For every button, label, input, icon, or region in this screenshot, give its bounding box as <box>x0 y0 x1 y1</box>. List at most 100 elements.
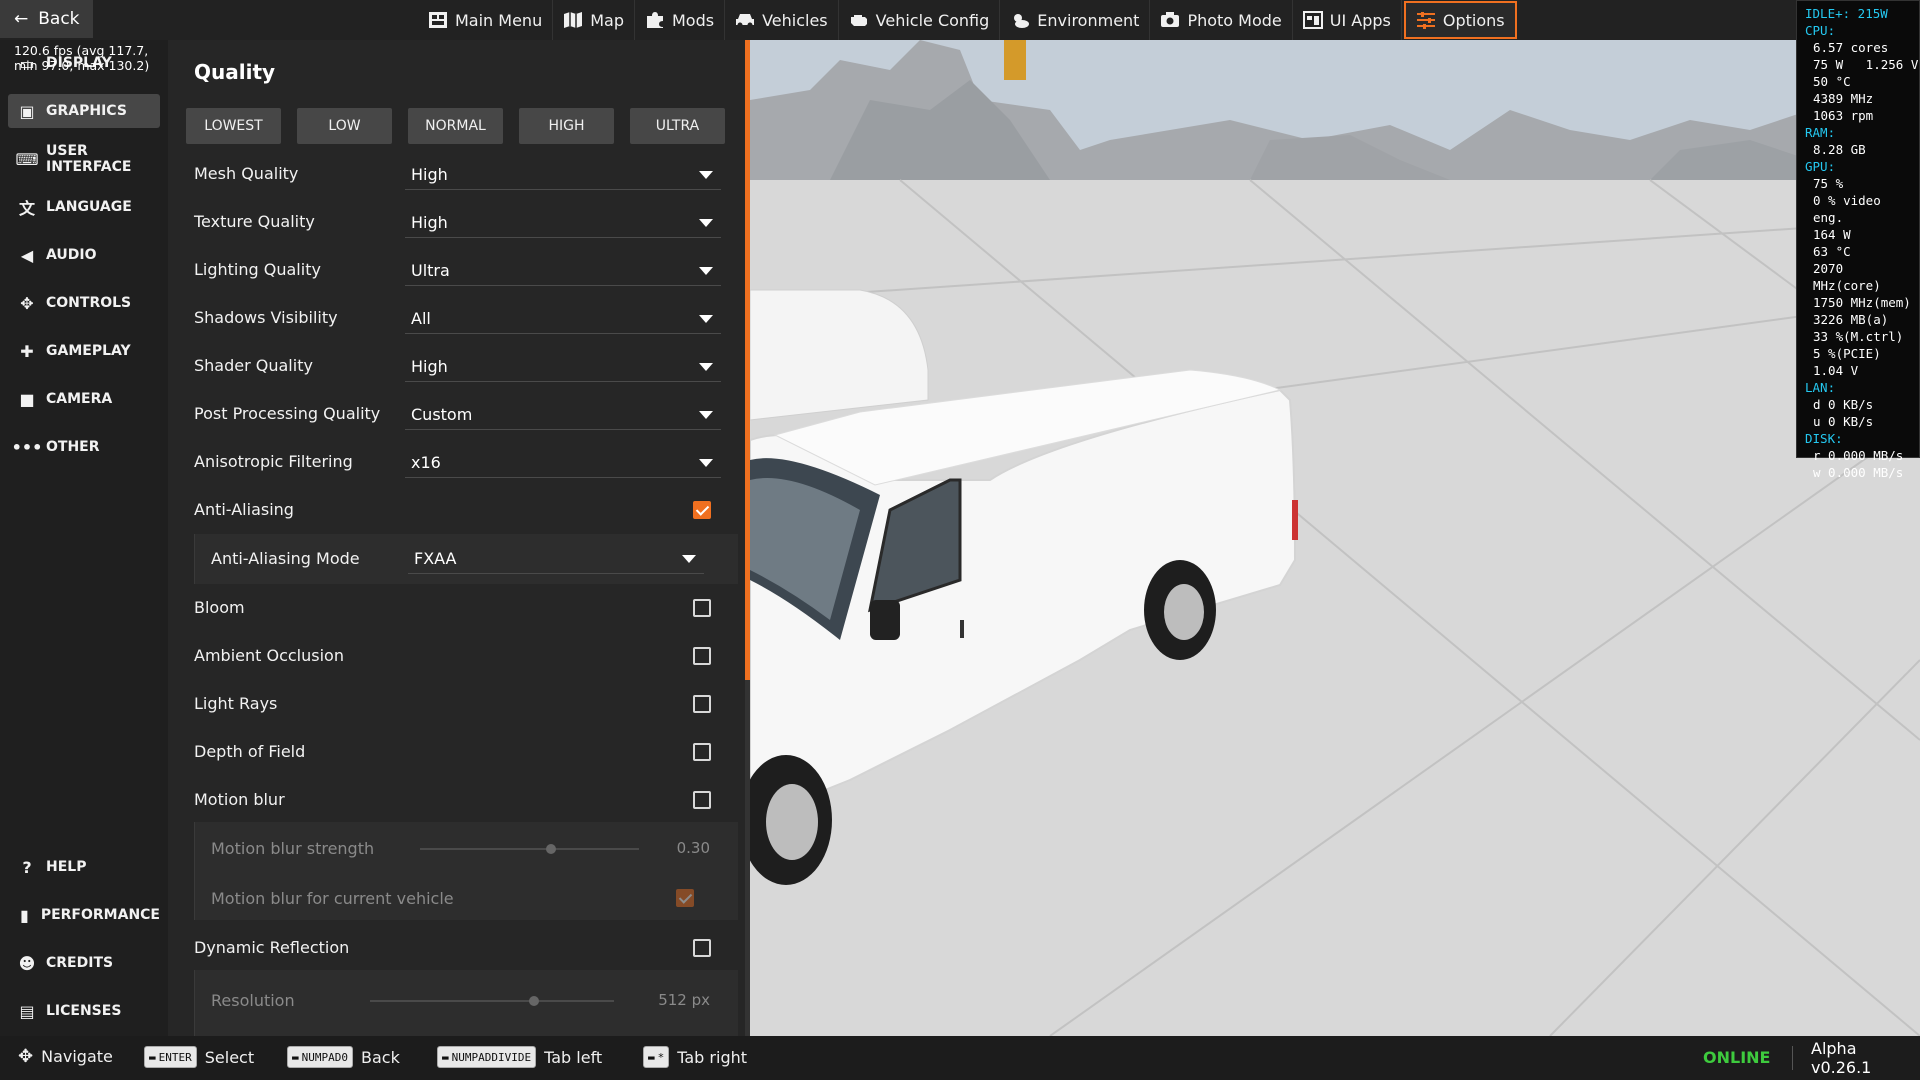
key-name: NUMPADDIVIDE <box>451 1050 532 1064</box>
sidebar-item-user-interface[interactable]: ⌨ USER INTERFACE <box>8 142 160 176</box>
menu-label: Vehicle Config <box>875 10 990 30</box>
preset-normal-button[interactable]: NORMAL <box>408 108 503 144</box>
perf-disk-head: DISK: <box>1805 431 1843 446</box>
select-value: High <box>411 357 448 376</box>
sidebar-item-credits[interactable]: ☻ CREDITS <box>8 946 160 980</box>
sidebar-item-graphics[interactable]: ▣ GRAPHICS <box>8 94 160 128</box>
menu-item-photo-mode[interactable]: Photo Mode <box>1150 0 1293 40</box>
key-badge: ▬ NUMPAD0 <box>287 1046 353 1068</box>
sidebar-item-controls[interactable]: ✥ CONTROLS <box>8 286 160 320</box>
slider-handle[interactable] <box>529 996 539 1006</box>
slider-handle[interactable] <box>546 844 556 854</box>
shadows-visibility-select[interactable]: All <box>405 304 721 334</box>
resolution-slider[interactable] <box>370 1000 614 1002</box>
game-viewport[interactable] <box>750 40 1920 1036</box>
bar-chart-icon: ▮ <box>20 905 29 925</box>
caret-down-icon <box>699 219 713 227</box>
sidebar-item-audio[interactable]: ◀ AUDIO <box>8 238 160 272</box>
depth-of-field-checkbox[interactable] <box>693 743 711 761</box>
sidebar-item-label: CAMERA <box>46 391 113 407</box>
light-rays-checkbox[interactable] <box>693 695 711 713</box>
perf-value: u 0 KB/s <box>1813 414 1874 429</box>
shader-quality-select[interactable]: High <box>405 352 721 382</box>
menu-label: Main Menu <box>455 10 543 30</box>
camera-icon <box>1161 12 1180 27</box>
select-value: High <box>411 213 448 232</box>
scrollbar-track[interactable] <box>745 680 750 1036</box>
sidebar-item-gameplay[interactable]: ✚ GAMEPLAY <box>8 334 160 368</box>
menu-item-environment[interactable]: Environment <box>1000 0 1151 40</box>
sidebar-item-language[interactable]: 文 LANGUAGE <box>8 190 160 224</box>
menu-label: Photo Mode <box>1187 10 1282 30</box>
panel-scrollbar[interactable] <box>745 40 750 680</box>
motion-blur-checkbox[interactable] <box>693 791 711 809</box>
preset-high-button[interactable]: HIGH <box>519 108 614 144</box>
menu-item-options[interactable]: Options <box>1403 1 1517 39</box>
menu-item-map[interactable]: Map <box>553 0 635 40</box>
preset-lowest-button[interactable]: LOWEST <box>186 108 281 144</box>
anti-aliasing-mode-select[interactable]: FXAA <box>408 544 704 574</box>
engine-icon <box>850 15 867 26</box>
sidebar-item-label: PERFORMANCE <box>40 907 160 923</box>
caret-down-icon <box>699 171 713 179</box>
sliders-icon <box>1416 12 1435 29</box>
caret-down-icon <box>699 363 713 371</box>
sidebar-item-performance[interactable]: ▮ PERFORMANCE <box>8 898 160 932</box>
menu-label: UI Apps <box>1329 10 1391 30</box>
dpad-icon: ✥ <box>18 1046 34 1067</box>
ambient-occlusion-checkbox[interactable] <box>693 647 711 665</box>
perf-value: 75 % <box>1813 176 1844 191</box>
mesh-quality-label: Mesh Quality <box>194 164 299 183</box>
bloom-checkbox[interactable] <box>693 599 711 617</box>
menu-label: Vehicles <box>762 10 828 30</box>
sidebar-item-label: AUDIO <box>46 247 97 263</box>
menu-item-vehicles[interactable]: Vehicles <box>725 0 839 40</box>
texture-quality-select[interactable]: High <box>405 208 721 238</box>
perf-value: 0 % video eng. <box>1813 193 1881 225</box>
options-sidebar: 120.6 fps (avg 117.7, min 97.0, max 130.… <box>0 40 168 1036</box>
menu-item-main-menu[interactable]: Main Menu <box>418 0 554 40</box>
anisotropic-filtering-select[interactable]: x16 <box>405 448 721 478</box>
preset-low-button[interactable]: LOW <box>297 108 392 144</box>
graphics-settings-panel[interactable]: Quality LOWEST LOW NORMAL HIGH ULTRA Mes… <box>168 40 745 1036</box>
perf-value: 1063 rpm <box>1813 108 1874 123</box>
motion-blur-strength-label: Motion blur strength <box>211 839 375 858</box>
sidebar-item-label: HELP <box>46 859 87 875</box>
online-status: ONLINE <box>1703 1048 1771 1067</box>
menu-item-mods[interactable]: Mods <box>635 0 726 40</box>
motion-blur-strength-slider[interactable] <box>420 848 639 850</box>
sidebar-item-licenses[interactable]: ▤ LICENSES <box>8 994 160 1028</box>
sidebar-item-label: CREDITS <box>46 955 114 971</box>
perf-gpu-head: GPU: <box>1805 159 1836 174</box>
post-processing-quality-select[interactable]: Custom <box>405 400 721 430</box>
perf-value: d 0 KB/s <box>1813 397 1874 412</box>
dynamic-reflection-checkbox[interactable] <box>693 939 711 957</box>
section-title: Quality <box>194 60 276 84</box>
sidebar-item-other[interactable]: ••• OTHER <box>8 430 160 464</box>
menu-item-vehicle-config[interactable]: Vehicle Config <box>839 0 1001 40</box>
perf-value: 33 %(M.ctrl) <box>1813 329 1904 344</box>
sidebar-item-label: CONTROLS <box>46 295 132 311</box>
sidebar-item-help[interactable]: ? HELP <box>8 850 160 884</box>
key-name: ENTER <box>158 1050 192 1064</box>
sidebar-item-camera[interactable]: ■ CAMERA <box>8 382 160 416</box>
resolution-value: 512 px <box>658 991 710 1009</box>
main-menu-icon <box>429 12 447 28</box>
back-button[interactable]: ← Back <box>0 0 93 38</box>
lighting-quality-label: Lighting Quality <box>194 260 321 279</box>
preset-ultra-button[interactable]: ULTRA <box>630 108 725 144</box>
anti-aliasing-checkbox[interactable] <box>693 501 711 519</box>
sidebar-item-label: LANGUAGE <box>46 199 132 215</box>
lighting-quality-select[interactable]: Ultra <box>405 256 721 286</box>
mesh-quality-select[interactable]: High <box>405 160 721 190</box>
hint-select: ▬ ENTER Select <box>144 1046 254 1068</box>
keyboard-icon: ▬ <box>292 1050 299 1064</box>
menu-item-ui-apps[interactable]: UI Apps <box>1293 0 1402 40</box>
perf-idle: IDLE+: 215W <box>1805 6 1888 21</box>
keyboard-icon: ⌨ <box>15 149 39 169</box>
perf-value: 1750 MHz(mem) <box>1813 295 1911 310</box>
motion-blur-vehicle-checkbox[interactable] <box>676 889 694 907</box>
menu-label: Options <box>1442 10 1505 30</box>
main-menu: Main Menu Map Mods Vehicles Vehicle Conf… <box>418 0 1519 40</box>
version-label: Alpha v0.26.1 <box>1792 1039 1920 1077</box>
